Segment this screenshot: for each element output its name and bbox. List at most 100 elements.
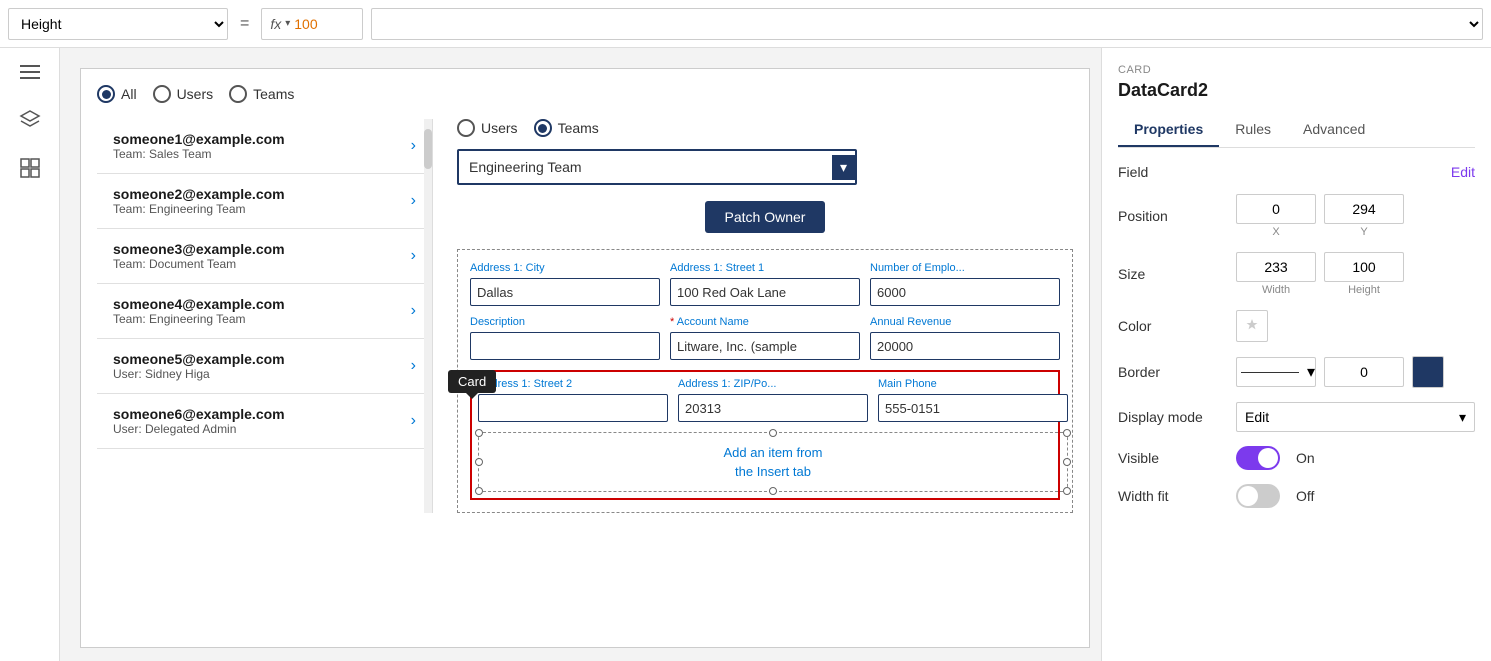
- user-email: someone3@example.com: [113, 241, 285, 257]
- form-label-phone: Main Phone: [878, 378, 1068, 390]
- list-item[interactable]: someone4@example.com Team: Engineering T…: [97, 284, 432, 339]
- border-label: Border: [1118, 364, 1228, 380]
- user-team: Team: Sales Team: [113, 147, 285, 161]
- menu-icon[interactable]: [14, 56, 46, 88]
- size-width-group: Width: [1236, 252, 1316, 296]
- radio-all-label: All: [121, 86, 137, 102]
- visible-state: On: [1296, 450, 1315, 466]
- height-dropdown[interactable]: Height: [8, 8, 228, 40]
- formula-extended-bar[interactable]: [371, 8, 1483, 40]
- scroll-track[interactable]: [424, 119, 432, 513]
- patch-owner-button[interactable]: Patch Owner: [705, 201, 826, 233]
- scroll-thumb[interactable]: [424, 129, 432, 169]
- radio-teams[interactable]: Teams: [229, 85, 294, 103]
- size-height-input[interactable]: [1324, 252, 1404, 282]
- radio-detail-users[interactable]: Users: [457, 119, 518, 137]
- display-mode-value: Edit: [1245, 409, 1269, 425]
- form-input-street1[interactable]: [670, 278, 860, 306]
- width-label: Width: [1262, 284, 1290, 296]
- form-field-employees: Number of Emplo...: [870, 262, 1060, 306]
- form-input-zip[interactable]: [678, 394, 868, 422]
- form-field-city: Address 1: City: [470, 262, 660, 306]
- list-item[interactable]: someone3@example.com Team: Document Team…: [97, 229, 432, 284]
- radio-detail-users-circle: [457, 119, 475, 137]
- handle-tc[interactable]: [769, 429, 777, 437]
- size-row: Size Width Height: [1118, 252, 1475, 296]
- fx-chevron: ▾: [285, 18, 290, 29]
- display-mode-label: Display mode: [1118, 409, 1228, 425]
- size-width-input[interactable]: [1236, 252, 1316, 282]
- radio-all[interactable]: All: [97, 85, 137, 103]
- visible-toggle[interactable]: [1236, 446, 1280, 470]
- display-mode-select[interactable]: Edit ▾: [1236, 402, 1475, 432]
- radio-detail-teams[interactable]: Teams: [534, 119, 599, 137]
- radio-users[interactable]: Users: [153, 85, 214, 103]
- form-label-revenue: Annual Revenue: [870, 316, 1060, 328]
- form-label-city: Address 1: City: [470, 262, 660, 274]
- form-label-street2: Address 1: Street 2: [478, 378, 668, 390]
- form-field-revenue: Annual Revenue: [870, 316, 1060, 360]
- properties-tabs: Properties Rules Advanced: [1118, 113, 1475, 148]
- tab-properties[interactable]: Properties: [1118, 113, 1219, 147]
- field-row: Field Edit: [1118, 164, 1475, 180]
- form-input-city[interactable]: [470, 278, 660, 306]
- handle-bl[interactable]: [475, 487, 483, 495]
- grid-icon[interactable]: [14, 152, 46, 184]
- radio-users-circle: [153, 85, 171, 103]
- formula-value-input[interactable]: [294, 16, 354, 32]
- radio-all-circle: [97, 85, 115, 103]
- handle-tr[interactable]: [1063, 429, 1071, 437]
- list-item[interactable]: someone2@example.com Team: Engineering T…: [97, 174, 432, 229]
- selected-card-area: Address 1: Street 2 Address 1: ZIP/Po...…: [470, 370, 1060, 500]
- form-input-account[interactable]: [670, 332, 860, 360]
- team-dropdown[interactable]: Engineering Team ▾: [457, 149, 857, 185]
- edit-link[interactable]: Edit: [1451, 164, 1475, 180]
- form-input-phone[interactable]: [878, 394, 1068, 422]
- layers-icon[interactable]: [14, 104, 46, 136]
- form-input-revenue[interactable]: [870, 332, 1060, 360]
- formula-right-select[interactable]: [372, 9, 1482, 39]
- border-color-swatch[interactable]: [1412, 356, 1444, 388]
- handle-bc[interactable]: [769, 487, 777, 495]
- add-item-text: Add an item fromthe Insert tab: [724, 443, 823, 482]
- form-input-description[interactable]: [470, 332, 660, 360]
- top-bar: Height = fx ▾: [0, 0, 1491, 48]
- form-label-zip: Address 1: ZIP/Po...: [678, 378, 868, 390]
- patch-owner-row: Patch Owner: [457, 201, 1073, 233]
- width-fit-row: Width fit Off: [1118, 484, 1475, 508]
- teams-radio-group: Users Teams: [457, 119, 1073, 137]
- user-team: Team: Engineering Team: [113, 202, 285, 216]
- tab-advanced[interactable]: Advanced: [1287, 113, 1381, 147]
- handle-mr[interactable]: [1063, 458, 1071, 466]
- form-field-account: Account Name: [670, 316, 860, 360]
- tab-rules[interactable]: Rules: [1219, 113, 1287, 147]
- list-item[interactable]: someone1@example.com Team: Sales Team ›: [97, 119, 432, 174]
- radio-users-label: Users: [177, 86, 214, 102]
- width-fit-state: Off: [1296, 488, 1314, 504]
- formula-bar[interactable]: fx ▾: [261, 8, 363, 40]
- user-list-scroll[interactable]: someone1@example.com Team: Sales Team › …: [97, 119, 432, 449]
- handle-br[interactable]: [1063, 487, 1071, 495]
- chevron-right-icon: ›: [411, 247, 416, 265]
- form-label-account: Account Name: [670, 316, 860, 328]
- color-swatch[interactable]: [1236, 310, 1268, 342]
- form-input-employees[interactable]: [870, 278, 1060, 306]
- user-email: someone6@example.com: [113, 406, 285, 422]
- position-y-input[interactable]: [1324, 194, 1404, 224]
- list-item[interactable]: someone5@example.com User: Sidney Higa ›: [97, 339, 432, 394]
- border-width-input[interactable]: [1324, 357, 1404, 387]
- width-fit-toggle[interactable]: [1236, 484, 1280, 508]
- form-input-street2[interactable]: [478, 394, 668, 422]
- list-item[interactable]: someone6@example.com User: Delegated Adm…: [97, 394, 432, 449]
- position-label: Position: [1118, 208, 1228, 224]
- handle-tl[interactable]: [475, 429, 483, 437]
- handle-ml[interactable]: [475, 458, 483, 466]
- position-x-input[interactable]: [1236, 194, 1316, 224]
- border-row: Border ▾: [1118, 356, 1475, 388]
- size-label: Size: [1118, 266, 1228, 282]
- user-email: someone2@example.com: [113, 186, 285, 202]
- content-area: someone1@example.com Team: Sales Team › …: [97, 119, 1073, 513]
- main-layout: All Users Teams so: [0, 48, 1491, 661]
- form-field-street1: Address 1: Street 1: [670, 262, 860, 306]
- border-style-select[interactable]: ▾: [1236, 357, 1316, 387]
